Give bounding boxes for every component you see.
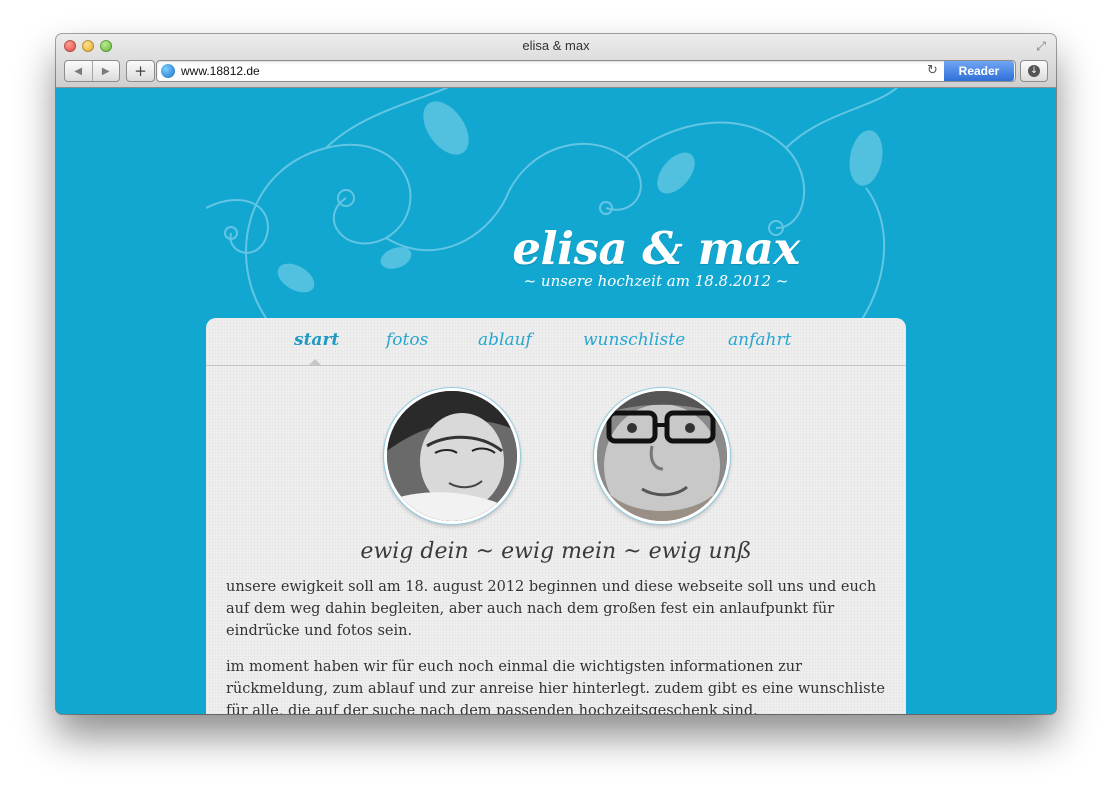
nav-link-fotos[interactable]: fotos [386, 330, 428, 350]
reader-button[interactable]: Reader [944, 61, 1014, 81]
page-viewport[interactable]: elisa & max ~ unsere hochzeit am 18.8.20… [56, 88, 1056, 714]
back-arrow-icon: ◀ [74, 65, 83, 77]
nav-link-anfahrt[interactable]: anfahrt [728, 330, 791, 350]
reload-icon[interactable]: ↻ [927, 63, 938, 78]
site-header: elisa & max ~ unsere hochzeit am 18.8.20… [486, 222, 826, 291]
plus-icon: + [134, 61, 147, 80]
nav-link-wunschliste[interactable]: wunschliste [583, 330, 685, 350]
downloads-button[interactable]: ↓ [1020, 60, 1048, 82]
site-navigation: start fotos ablauf wunschliste anfahrt [206, 318, 906, 366]
address-bar[interactable]: ↻ Reader [156, 60, 1016, 82]
url-input[interactable] [181, 62, 921, 80]
history-navigation: ◀ ▶ [64, 60, 120, 82]
browser-toolbar: elisa & max ⤢ ◀ ▶ + ↻ Reader ↓ [56, 34, 1056, 88]
browser-window: elisa & max ⤢ ◀ ▶ + ↻ Reader ↓ [56, 34, 1056, 714]
nav-link-ablauf[interactable]: ablauf [478, 330, 532, 350]
download-icon: ↓ [1028, 65, 1040, 77]
globe-icon [161, 64, 175, 78]
info-paragraph: im moment haben wir für euch noch einmal… [226, 659, 885, 714]
site-title: elisa & max [512, 222, 800, 275]
forward-button[interactable]: ▶ [91, 61, 120, 81]
nav-link-start[interactable]: start [294, 330, 339, 350]
back-button[interactable]: ◀ [65, 61, 92, 81]
site-subtitle: ~ unsere hochzeit am 18.8.2012 ~ [523, 272, 789, 290]
content-card: start fotos ablauf wunschliste anfahrt e… [206, 318, 906, 714]
headline: ewig dein ~ ewig mein ~ ewig unß [360, 539, 752, 564]
active-nav-pointer [309, 359, 321, 365]
photo-elisa [384, 388, 520, 524]
add-bookmark-button[interactable]: + [126, 60, 155, 82]
intro-paragraph: unsere ewigkeit soll am 18. august 2012 … [226, 579, 877, 639]
forward-arrow-icon: ▶ [101, 65, 110, 77]
floral-ornament [206, 88, 899, 328]
photo-max [594, 388, 730, 524]
window-title: elisa & max [522, 38, 590, 53]
fullscreen-icon[interactable]: ⤢ [1034, 39, 1048, 53]
